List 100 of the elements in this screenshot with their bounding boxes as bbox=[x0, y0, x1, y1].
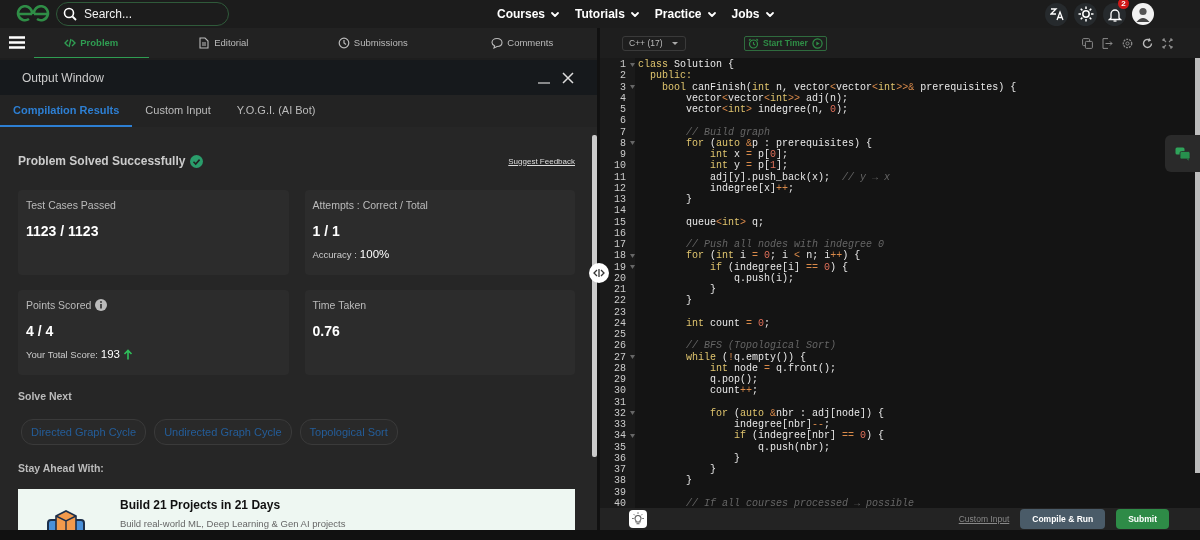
line-number: 10 bbox=[613, 160, 626, 172]
fold-icon[interactable] bbox=[629, 265, 635, 270]
search-field[interactable]: Search... bbox=[56, 2, 229, 26]
code-line: if (indegree[nbr] == 0) { bbox=[733, 430, 885, 442]
code-line: q.pop(); bbox=[709, 374, 759, 386]
line-number: 3 bbox=[619, 81, 626, 93]
line-number: 18 bbox=[613, 250, 626, 262]
avatar-icon[interactable] bbox=[1132, 3, 1154, 25]
line-number: 29 bbox=[613, 374, 626, 386]
fold-icon[interactable] bbox=[629, 141, 635, 146]
nav-menu[interactable]: Tutorials bbox=[575, 7, 640, 21]
code-line: vector<int> indegree(n, 0); bbox=[685, 104, 849, 116]
code-line: bool canFinish(int n, vector<vector<int>>& prerequisites) { bbox=[661, 81, 1017, 93]
code-line: public: bbox=[649, 70, 692, 82]
fold-icon[interactable] bbox=[629, 253, 635, 258]
code-line: adj[y].push_back(x); // y → x bbox=[709, 171, 891, 183]
search-icon bbox=[63, 7, 77, 21]
line-number: 7 bbox=[619, 126, 626, 138]
code-line: class Solution { bbox=[638, 59, 735, 70]
line-number: 35 bbox=[613, 441, 626, 453]
fold-icon[interactable] bbox=[629, 355, 635, 360]
translate-button[interactable] bbox=[1045, 2, 1068, 26]
chat-button[interactable] bbox=[1165, 135, 1200, 172]
stat-note-label: Accuracy : bbox=[312, 248, 357, 260]
line-number: 14 bbox=[613, 205, 626, 217]
line-number: 5 bbox=[619, 104, 626, 116]
code-line: } bbox=[685, 295, 692, 307]
stat-value: 4 / 4 bbox=[26, 323, 55, 339]
line-number: 24 bbox=[613, 317, 626, 329]
language-select[interactable]: C++ (17) bbox=[622, 35, 686, 51]
split-arrows-icon bbox=[593, 268, 605, 278]
line-number: 39 bbox=[613, 486, 626, 498]
nav-menu[interactable]: Practice bbox=[654, 7, 717, 21]
notifications-button[interactable]: 2 bbox=[1103, 2, 1126, 26]
hint-button[interactable] bbox=[629, 510, 647, 528]
stat-value: 1 / 1 bbox=[312, 223, 341, 239]
fold-icon[interactable] bbox=[629, 62, 635, 67]
line-number: 21 bbox=[613, 284, 626, 296]
fold-icon[interactable] bbox=[629, 411, 635, 416]
stat-note-value: 193 bbox=[100, 348, 120, 360]
nav-menu[interactable]: Courses bbox=[497, 7, 561, 21]
stat-note-label: Your Total Score: bbox=[26, 348, 98, 360]
settings-icon[interactable] bbox=[1122, 37, 1133, 49]
line-number: 37 bbox=[613, 464, 626, 476]
bell-icon bbox=[1107, 6, 1122, 22]
line-number: 22 bbox=[613, 295, 626, 307]
compile-button[interactable]: Compile & Run bbox=[1020, 509, 1106, 529]
chat-icon bbox=[1174, 146, 1191, 161]
line-number: 36 bbox=[613, 452, 626, 464]
line-number: 31 bbox=[613, 396, 626, 408]
tab[interactable]: Submissions bbox=[298, 28, 448, 58]
scrollbar[interactable] bbox=[1195, 58, 1200, 473]
copy-icon[interactable] bbox=[1082, 37, 1093, 49]
section-title: Stay Ahead With: bbox=[18, 461, 105, 475]
tab[interactable]: Problem bbox=[34, 28, 149, 58]
alarm-icon bbox=[748, 37, 759, 49]
code-line: int count = 0; bbox=[685, 317, 771, 329]
tab[interactable]: Comments bbox=[447, 28, 597, 58]
theme-button[interactable] bbox=[1074, 2, 1097, 26]
tab[interactable]: Y.O.G.I. (AI Bot) bbox=[223, 95, 329, 127]
feedback-link[interactable]: Suggest Feedback bbox=[508, 156, 575, 166]
line-number: 33 bbox=[613, 419, 626, 431]
code-line: } bbox=[709, 284, 716, 296]
chevron-icon bbox=[706, 9, 717, 19]
line-number: 6 bbox=[619, 115, 626, 127]
line-number: 20 bbox=[613, 272, 626, 284]
custom-input-link[interactable]: Custom Input bbox=[958, 514, 1010, 524]
code-line: for (int i = 0; i < n; i++) { bbox=[685, 250, 861, 262]
code-line: indegree[x]++; bbox=[709, 182, 795, 194]
line-number: 40 bbox=[613, 497, 626, 508]
nav-menu[interactable]: Jobs bbox=[731, 7, 775, 21]
promo-card[interactable]: Build 21 Projects in 21 Days Build real-world ML, Deep Learning & Gen AI projects bbox=[18, 489, 575, 530]
submit-button[interactable]: Submit bbox=[1116, 509, 1169, 529]
line-number: 23 bbox=[613, 306, 626, 318]
menu-icon[interactable] bbox=[9, 36, 25, 49]
line-number: 30 bbox=[613, 385, 626, 397]
line-number: 38 bbox=[613, 475, 626, 487]
expand-icon[interactable] bbox=[1162, 37, 1173, 49]
stat-note-value: 100% bbox=[359, 248, 390, 260]
code-line: while (!q.empty()) { bbox=[685, 351, 807, 363]
tab[interactable]: Editorial bbox=[148, 28, 299, 58]
code-line: for (auto &nbr : adj[node]) { bbox=[709, 407, 885, 419]
code-line: int node = q.front(); bbox=[709, 362, 837, 374]
code-line: if (indegree[i] == 0) { bbox=[709, 261, 849, 273]
chevron-icon bbox=[629, 9, 640, 19]
comment-icon bbox=[491, 36, 504, 49]
fold-icon[interactable] bbox=[629, 85, 635, 90]
refresh-icon[interactable] bbox=[1142, 37, 1153, 49]
close-icon[interactable] bbox=[561, 70, 575, 85]
line-number: 17 bbox=[613, 239, 626, 251]
stat-value: 1123 / 1123 bbox=[26, 223, 100, 239]
tab[interactable]: Custom Input bbox=[132, 95, 224, 127]
scrollbar[interactable] bbox=[592, 135, 597, 457]
fold-icon[interactable] bbox=[629, 433, 635, 438]
timer-button[interactable]: Start Timer bbox=[744, 35, 827, 51]
logo-icon[interactable] bbox=[16, 5, 50, 23]
chevron-icon bbox=[550, 9, 561, 19]
clock-icon bbox=[337, 36, 350, 49]
file-import-icon[interactable] bbox=[1102, 37, 1113, 49]
code-line: q.push(i); bbox=[733, 272, 795, 284]
